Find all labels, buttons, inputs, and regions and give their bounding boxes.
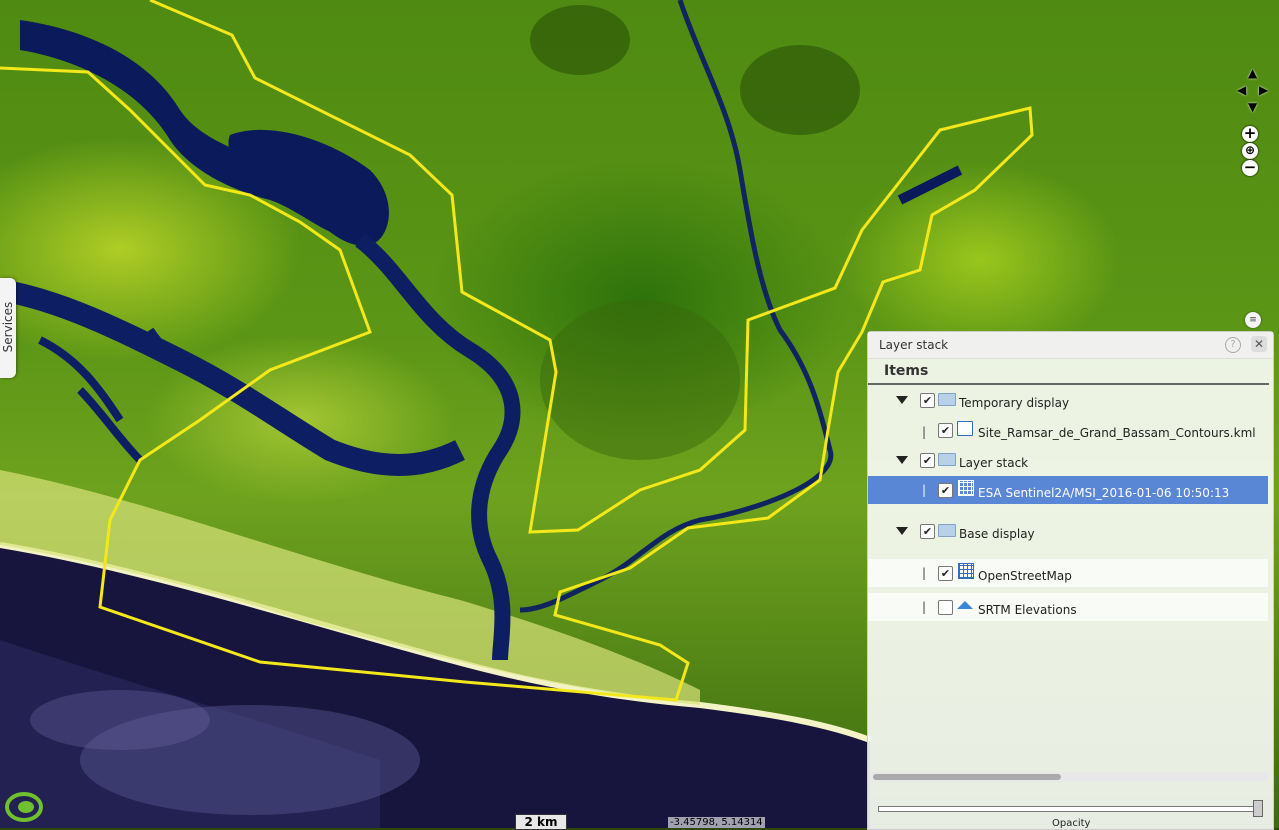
kml-icon (957, 421, 973, 436)
scrollbar-thumb[interactable] (873, 774, 1061, 780)
pan-down-icon[interactable]: ▼ (1248, 100, 1257, 114)
collapse-arrow-icon[interactable] (896, 456, 908, 464)
layer-label: SRTM Elevations (978, 603, 1077, 617)
tree-connector: | (922, 600, 927, 614)
zoom-control: + ⊕ − (1242, 126, 1262, 177)
group-checkbox[interactable]: ✔ (920, 393, 935, 408)
tree-group-layer-stack[interactable]: ✔ Layer stack (868, 448, 1268, 476)
opacity-slider-handle[interactable] (1253, 800, 1263, 817)
tree-layer-openstreetmap[interactable]: | ✔ OpenStreetMap (868, 559, 1268, 587)
folder-icon (938, 393, 956, 406)
tree-layer-sentinel[interactable]: | ✔ ESA Sentinel2A/MSI_2016-01-06 10:50:… (868, 476, 1268, 504)
services-label: Services (1, 301, 15, 353)
app-logo-icon (5, 792, 43, 822)
opacity-slider[interactable] (878, 800, 1263, 817)
tree-group-base-display[interactable]: ✔ Base display (868, 519, 1268, 547)
group-label: Temporary display (959, 396, 1070, 410)
layer-label: Site_Ramsar_de_Grand_Bassam_Contours.kml (978, 426, 1256, 440)
tree-group-temporary-display[interactable]: ✔ Temporary display (868, 388, 1268, 416)
services-tab[interactable]: Services (0, 278, 16, 378)
panel-title: Layer stack (879, 338, 949, 352)
folder-icon (938, 524, 956, 537)
zoom-in-button[interactable]: + (1242, 126, 1258, 142)
globe-icon[interactable]: ⊕ (1242, 143, 1258, 159)
tree-connector: | (922, 566, 927, 580)
layer-label: OpenStreetMap (978, 569, 1072, 583)
group-checkbox[interactable]: ✔ (920, 524, 935, 539)
tree-connector: | (922, 425, 927, 439)
group-label: Base display (959, 527, 1035, 541)
panel-header: Layer stack ? ✕ (868, 332, 1273, 359)
grid-icon (958, 563, 974, 579)
close-icon[interactable]: ✕ (1251, 336, 1267, 352)
cursor-coordinates: -3.45798, 5.14314 (668, 817, 765, 828)
folder-icon (938, 453, 956, 466)
zoom-out-button[interactable]: − (1242, 160, 1258, 176)
help-icon[interactable]: ? (1225, 337, 1241, 353)
layer-checkbox[interactable]: ✔ (938, 483, 953, 498)
group-checkbox[interactable]: ✔ (920, 453, 935, 468)
layer-checkbox[interactable]: ✔ (938, 566, 953, 581)
layer-checkbox[interactable] (938, 600, 953, 615)
layer-stack-panel: Layer stack ? ✕ Items ✔ Temporary displa… (867, 331, 1274, 830)
opacity-label: Opacity (1052, 818, 1091, 829)
pan-up-icon[interactable]: ▲ (1248, 66, 1257, 80)
pan-right-icon[interactable]: ▶ (1259, 83, 1268, 97)
pan-control: ▲ ◀ ▶ ▼ (1236, 66, 1272, 116)
group-label: Layer stack (959, 456, 1029, 470)
collapse-arrow-icon[interactable] (896, 527, 908, 535)
items-heading: Items (868, 359, 1269, 385)
layer-panel-toggle-icon[interactable]: ≡ (1245, 312, 1261, 328)
pan-left-icon[interactable]: ◀ (1237, 83, 1246, 97)
tree-connector: | (922, 483, 927, 497)
layer-label: ESA Sentinel2A/MSI_2016-01-06 10:50:13 (978, 486, 1230, 500)
layer-checkbox[interactable]: ✔ (938, 423, 953, 438)
elevation-icon (957, 601, 973, 609)
horizontal-scrollbar[interactable] (871, 772, 1268, 782)
grid-icon (958, 480, 974, 496)
tree-layer-kml[interactable]: | ✔ Site_Ramsar_de_Grand_Bassam_Contours… (868, 418, 1268, 446)
tree-layer-srtm[interactable]: | SRTM Elevations (868, 593, 1268, 621)
collapse-arrow-icon[interactable] (896, 396, 908, 404)
